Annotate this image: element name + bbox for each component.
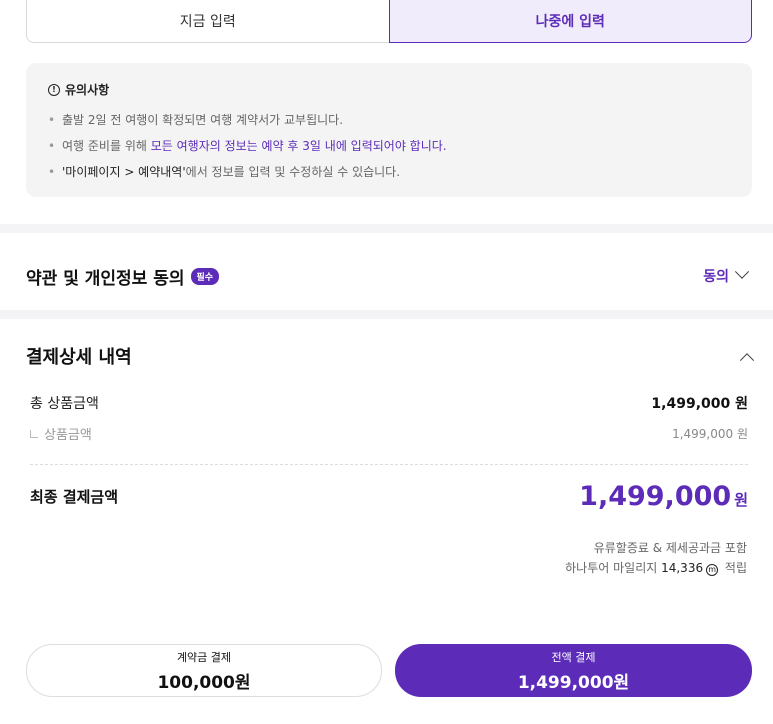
fuel-surcharge-note: 유류할증료 & 제세공과금 포함	[593, 541, 747, 555]
notice-item-text: 여행 준비를 위해 모든 여행자의 정보는 예약 후 3일 내에 입력되어야 합…	[62, 139, 447, 153]
input-timing-toggle: 지금 입력 나중에 입력	[26, 0, 752, 43]
notice-item: • 여행 준비를 위해 모든 여행자의 정보는 예약 후 3일 내에 입력되어야…	[48, 133, 730, 159]
mypage-path: '마이페이지 > 예약내역'	[62, 165, 186, 179]
bullet-icon: •	[48, 113, 56, 127]
notice-item-text: '마이페이지 > 예약내역'에서 정보를 입력 및 수정하실 수 있습니다.	[62, 165, 401, 179]
section-divider	[0, 310, 773, 319]
enter-later-tab[interactable]: 나중에 입력	[388, 0, 752, 43]
notice-highlight: 모든 여행자의 정보는 예약 후 3일 내에 입력되어야 합니다.	[150, 139, 447, 153]
notice-item: • '마이페이지 > 예약내역'에서 정보를 입력 및 수정하실 수 있습니다.	[48, 159, 730, 185]
branch-icon	[30, 429, 38, 438]
final-amount-value: 1,499,000 원	[579, 481, 748, 512]
product-amount-row: 상품금액 1,499,000 원	[30, 424, 748, 443]
dashed-divider	[30, 464, 748, 465]
notice-item: • 출발 2일 전 여행이 확정되면 여행 계약서가 교부됩니다.	[48, 107, 730, 133]
agree-toggle[interactable]: 동의	[703, 264, 750, 286]
notice-box: ! 유의사항 • 출발 2일 전 여행이 확정되면 여행 계약서가 교부됩니다.…	[26, 63, 752, 197]
enter-later-label: 나중에 입력	[535, 14, 605, 30]
enter-now-label: 지금 입력	[179, 14, 236, 30]
mileage-note: 하나투어 마일리지 14,336 m 적립	[565, 561, 747, 576]
payment-details-header[interactable]: 결제상세 내역	[26, 343, 755, 369]
notice-list: • 출발 2일 전 여행이 확정되면 여행 계약서가 교부됩니다. • 여행 준…	[48, 107, 730, 185]
notice-title-text: 유의사항	[65, 83, 110, 97]
payment-details-title: 결제상세 내역	[26, 347, 132, 368]
bullet-icon: •	[48, 165, 56, 179]
payment-notes: 유류할증료 & 제세공과금 포함 하나투어 마일리지 14,336 m 적립	[565, 538, 747, 578]
section-divider	[0, 224, 773, 233]
total-product-amount-row: 총 상품금액 1,499,000 원	[30, 393, 748, 413]
notice-title: ! 유의사항	[48, 81, 730, 98]
info-icon: !	[48, 83, 60, 96]
terms-agreement-row[interactable]: 약관 및 개인정보 동의 필수 동의	[0, 242, 773, 310]
total-product-amount: 1,499,000 원	[651, 396, 748, 412]
full-payment-amount: 1,499,000원	[517, 672, 630, 693]
required-badge: 필수	[190, 267, 220, 285]
deposit-payment-amount: 100,000원	[157, 672, 251, 693]
final-amount-label: 최종 결제금액	[30, 488, 119, 506]
deposit-payment-label: 계약금 결제	[176, 650, 232, 664]
mileage-icon: m	[706, 564, 719, 576]
chevron-down-icon	[734, 264, 750, 279]
deposit-payment-button[interactable]: 계약금 결제 100,000원	[26, 644, 382, 697]
full-payment-button[interactable]: 전액 결제 1,499,000원	[395, 644, 752, 697]
mileage-amount: 14,336	[661, 561, 704, 575]
agree-label: 동의	[703, 269, 729, 285]
product-amount-value: 1,499,000 원	[672, 427, 748, 441]
total-product-label: 총 상품금액	[30, 396, 99, 412]
bullet-icon: •	[48, 139, 56, 153]
product-amount-label: 상품금액	[30, 424, 92, 443]
terms-title-text: 약관 및 개인정보 동의	[26, 268, 185, 289]
terms-title: 약관 및 개인정보 동의 필수	[26, 264, 220, 289]
chevron-up-icon[interactable]	[739, 353, 755, 368]
enter-now-tab[interactable]: 지금 입력	[26, 0, 389, 43]
full-payment-label: 전액 결제	[551, 650, 596, 664]
final-amount-row: 최종 결제금액 1,499,000 원	[30, 481, 748, 512]
notice-item-text: 출발 2일 전 여행이 확정되면 여행 계약서가 교부됩니다.	[62, 113, 344, 127]
